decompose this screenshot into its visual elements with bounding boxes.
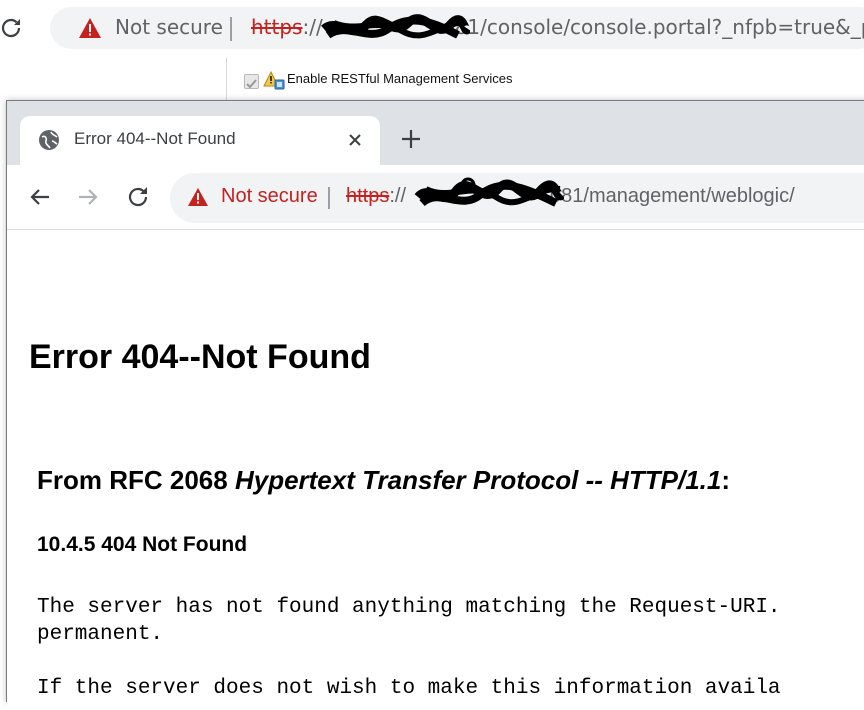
tab-title: Error 404--Not Found: [74, 129, 236, 148]
rfc-heading: From RFC 2068 Hypertext Transfer Protoco…: [37, 465, 730, 496]
body-line: The server has not found anything matchi…: [37, 596, 781, 619]
redaction-scribble: [318, 11, 472, 47]
reload-icon[interactable]: [125, 184, 151, 210]
new-tab-plus-icon[interactable]: [400, 128, 422, 150]
warning-triangle-icon[interactable]: [187, 187, 209, 207]
browser-window: Error 404--Not Found Not secure https://…: [6, 100, 864, 710]
globe-icon: [38, 129, 60, 151]
warning-lock-icon: [263, 70, 285, 91]
page-content: Error 404--Not Found From RFC 2068 Hyper…: [7, 230, 864, 710]
rfc-suffix: :: [721, 465, 731, 495]
body-text: The server has not found anything matchi…: [37, 594, 781, 702]
browser-toolbar: Not secure https:// 081/management/weblog…: [7, 165, 864, 230]
restful-checkbox-label[interactable]: Enable RESTful Management Services: [287, 71, 512, 86]
tab-error-404[interactable]: Error 404--Not Found: [20, 116, 380, 166]
page-title: Error 404--Not Found: [29, 338, 371, 376]
tab-strip: Error 404--Not Found: [7, 101, 864, 166]
reload-icon[interactable]: [0, 16, 24, 40]
forward-arrow-icon[interactable]: [76, 185, 100, 209]
rfc-prefix: From RFC 2068: [37, 465, 235, 495]
security-status-label[interactable]: Not secure: [115, 15, 223, 39]
divider: [230, 17, 232, 41]
security-status-label[interactable]: Not secure: [221, 185, 318, 208]
restful-checkbox[interactable]: [244, 74, 259, 89]
redaction-scribble: [412, 175, 566, 217]
close-icon[interactable]: [346, 131, 364, 149]
section-heading: 10.4.5 404 Not Found: [37, 533, 248, 556]
url-scheme: https: [346, 185, 390, 207]
warning-triangle-icon[interactable]: [78, 17, 102, 39]
body-line: permanent.: [37, 623, 164, 646]
back-arrow-icon[interactable]: [28, 185, 52, 209]
rfc-title: Hypertext Transfer Protocol -- HTTP/1.1: [234, 465, 722, 495]
url-scheme: https: [251, 15, 303, 39]
url-path: 81/console/console.portal?_nfpb=true&_pa: [454, 15, 864, 39]
divider: [328, 187, 330, 209]
background-browser-toolbar: Not secure https://81/console/console.po…: [0, 0, 864, 59]
url-separator: ://: [389, 185, 407, 207]
body-line: If the server does not wish to make this…: [37, 677, 781, 700]
url-path: 081/management/weblogic/: [550, 185, 795, 207]
